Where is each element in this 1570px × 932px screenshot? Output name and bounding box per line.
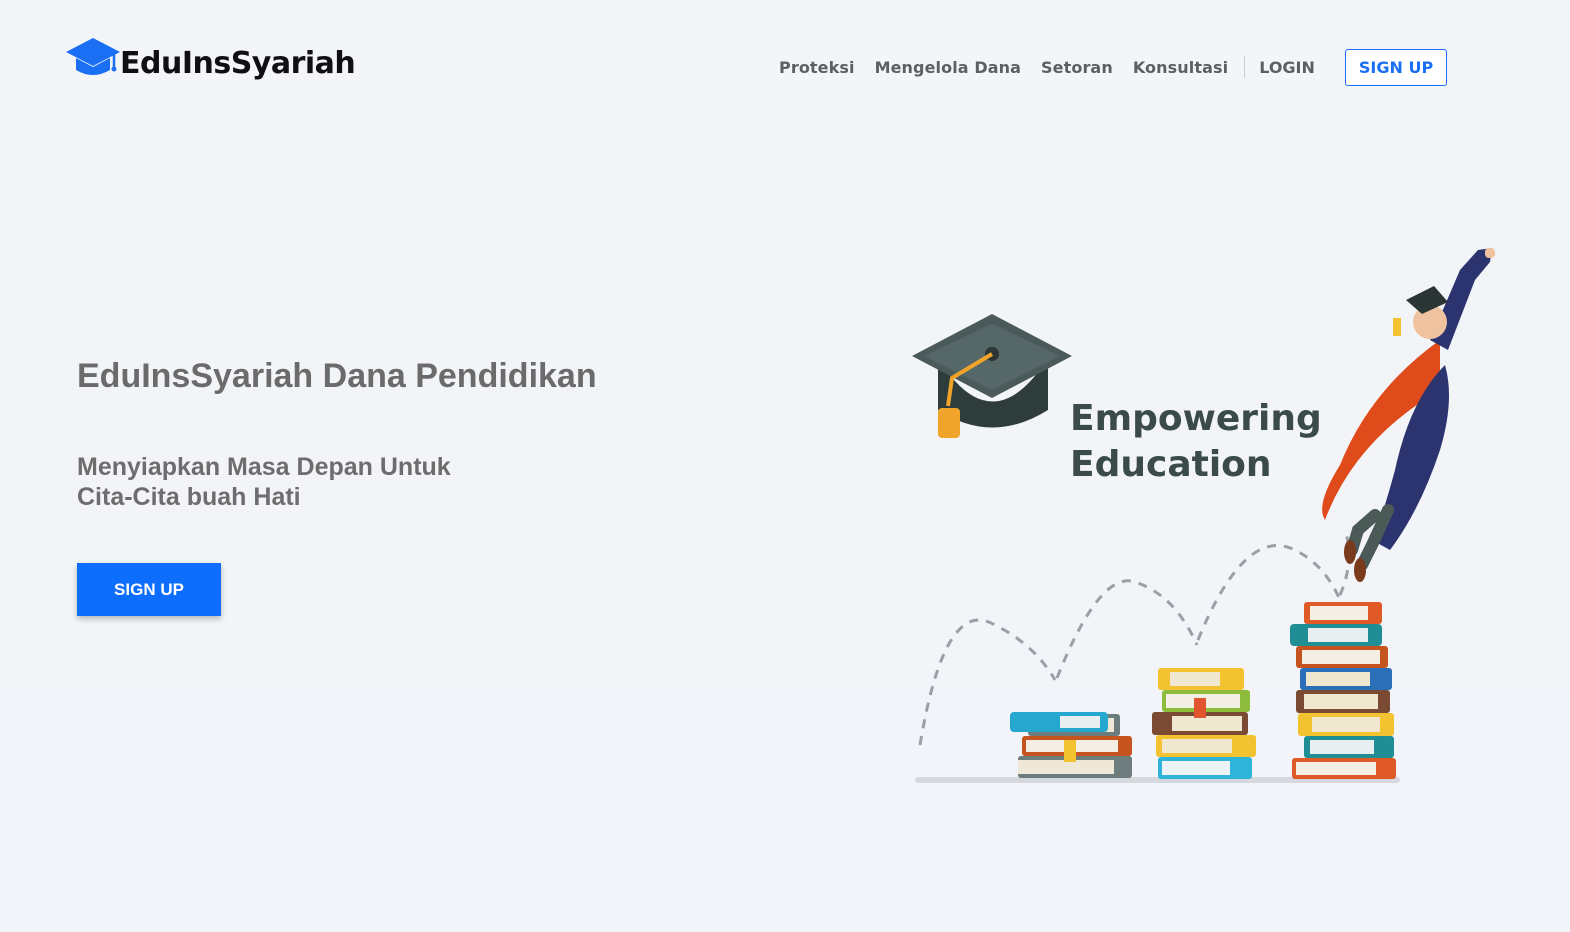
signup-button-header[interactable]: SIGN UP: [1344, 48, 1448, 86]
brand-logo[interactable]: EduInsSyariah: [64, 36, 356, 82]
nav-item-proteksi[interactable]: Proteksi: [779, 58, 855, 77]
nav-divider: [1244, 56, 1246, 78]
hero-subtitle-line2: Cita-Cita buah Hati: [77, 483, 301, 511]
nav-item-konsultasi[interactable]: Konsultasi: [1133, 58, 1228, 77]
nav-item-mengelola-dana[interactable]: Mengelola Dana: [875, 58, 1021, 77]
hero-subtitle: Menyiapkan Masa Depan Untuk Cita-Cita bu…: [77, 452, 451, 512]
jump-path: [918, 529, 1351, 746]
nav-item-setoran[interactable]: Setoran: [1041, 58, 1113, 77]
empowering-education-illustration: Empowering Education: [912, 248, 1495, 783]
main-nav: Proteksi Mengelola Dana Setoran Konsulta…: [779, 48, 1448, 86]
book-stack-small: [1010, 712, 1132, 778]
book-stack-tall: [1290, 602, 1396, 779]
flying-graduate: [1322, 248, 1495, 582]
login-link[interactable]: LOGIN: [1259, 58, 1315, 77]
brand-name: EduInsSyariah: [120, 45, 356, 81]
book-stack-medium: [1152, 668, 1256, 779]
hero-title: EduInsSyariah Dana Pendidikan: [77, 357, 597, 395]
illustration-line2: Education: [1070, 444, 1272, 485]
hero-subtitle-line1: Menyiapkan Masa Depan Untuk: [77, 453, 451, 481]
mortarboard-icon: [912, 314, 1072, 438]
graduation-cap-icon: [66, 38, 120, 75]
signup-button-hero[interactable]: SIGN UP: [77, 563, 221, 616]
illustration-line1: Empowering: [1070, 398, 1322, 439]
